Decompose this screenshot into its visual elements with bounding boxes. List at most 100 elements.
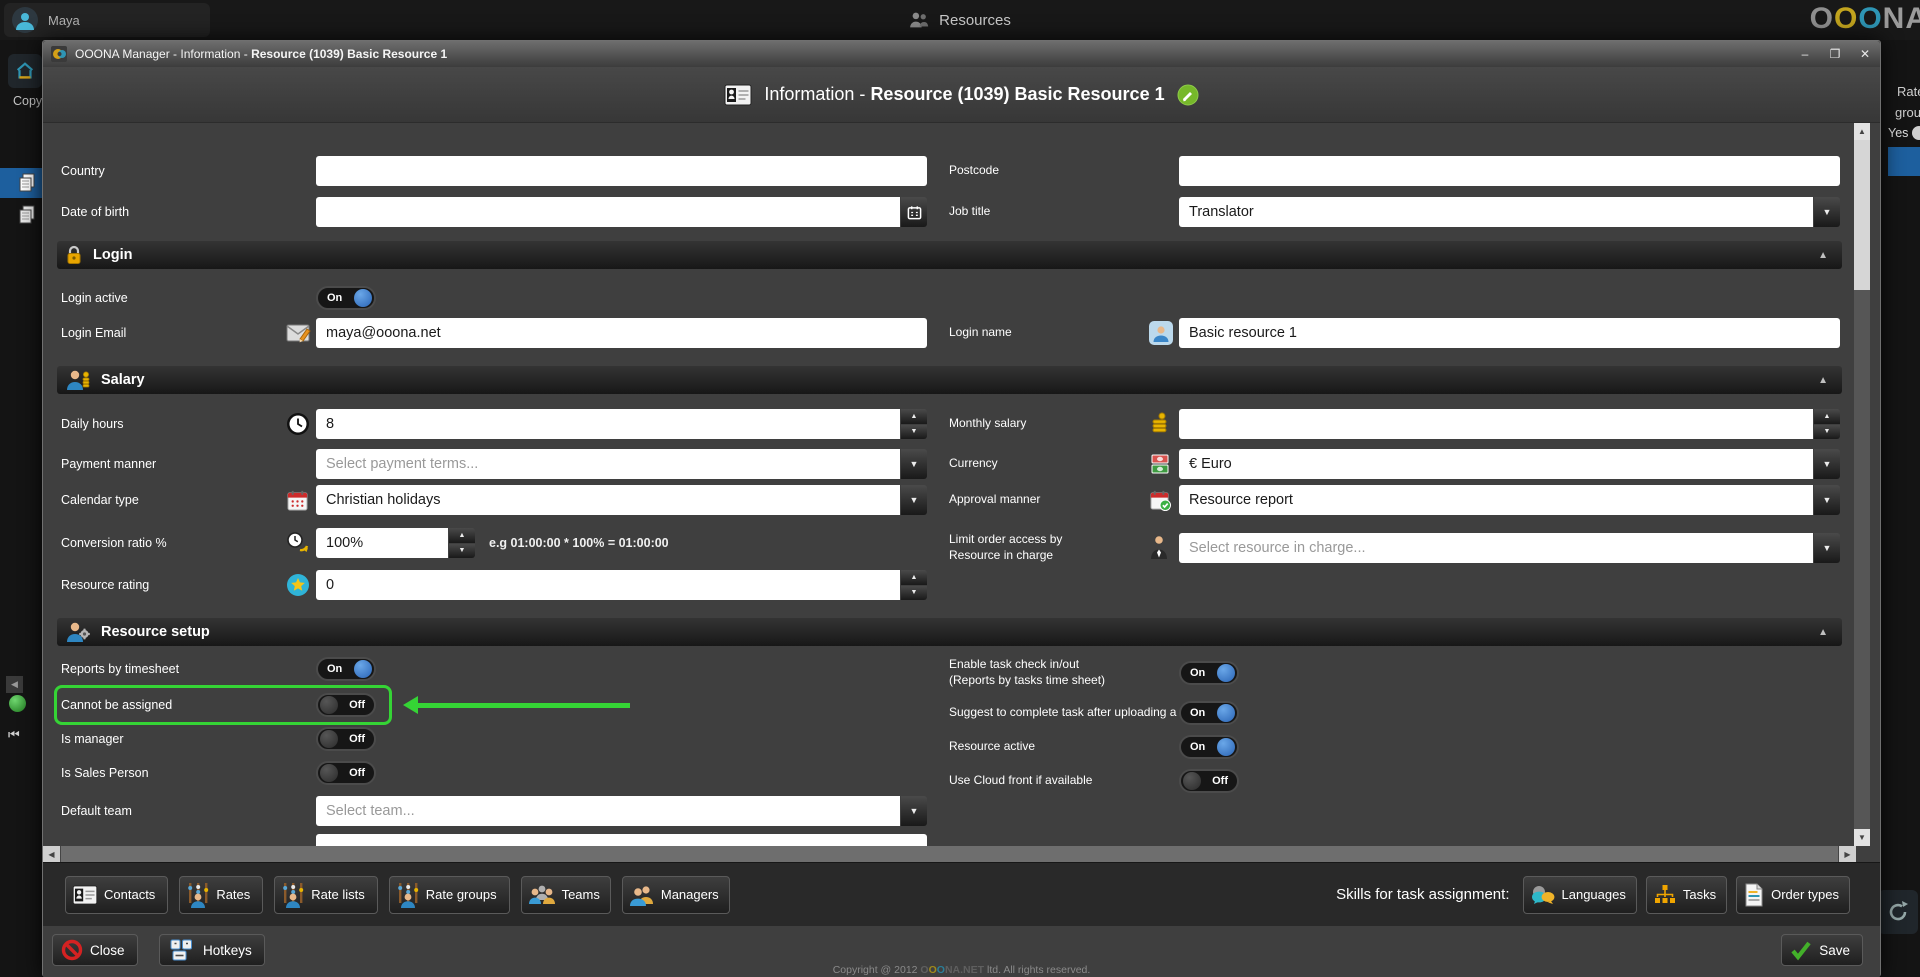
dropdown-arrow-icon[interactable]: ▼ <box>901 485 927 515</box>
daily-hours-stepper[interactable]: ▲▼ <box>901 409 927 439</box>
order-types-button[interactable]: Order types <box>1736 876 1850 914</box>
suggest-complete-toggle[interactable]: On <box>1179 701 1239 725</box>
close-window-button[interactable]: ✕ <box>1858 47 1872 61</box>
window-title-bar[interactable]: OOONA Manager - Information - Resource (… <box>43 41 1880 67</box>
green-status-icon[interactable] <box>9 695 26 712</box>
scrollbar-thumb[interactable] <box>1854 140 1870 290</box>
lock-icon <box>65 245 83 265</box>
scroll-left-arrow[interactable]: ◀ <box>43 846 60 862</box>
hotkeys-button[interactable]: Hotkeys <box>159 934 265 966</box>
collapse-icon[interactable]: ▲ <box>1818 375 1828 386</box>
maximize-button[interactable]: ❐ <box>1828 47 1842 61</box>
cannot-be-assigned-toggle[interactable]: Off <box>316 693 376 717</box>
scroll-down-arrow[interactable]: ▼ <box>1854 829 1870 846</box>
horizontal-scrollbar[interactable]: ◀ ▶ <box>43 846 1856 862</box>
scroll-right-arrow[interactable]: ▶ <box>1839 846 1856 862</box>
window-title: OOONA Manager - Information - Resource (… <box>75 47 447 61</box>
login-active-toggle[interactable]: On <box>316 286 376 310</box>
user-chip[interactable]: Maya <box>4 3 210 37</box>
login-name-input[interactable] <box>1179 318 1840 348</box>
currency-dropdown[interactable]: € Euro <box>1179 449 1813 479</box>
payment-manner-row: Payment manner Select payment terms... ▼ <box>61 449 927 479</box>
use-cloudfront-toggle[interactable]: Off <box>1179 769 1239 793</box>
toggle-knob <box>320 696 338 714</box>
country-input[interactable] <box>316 156 927 186</box>
rates-button[interactable]: Rates <box>179 876 263 914</box>
user-avatar-icon <box>12 7 38 33</box>
login-email-input[interactable] <box>316 318 927 348</box>
section-title: Login <box>93 247 132 263</box>
calendar-picker-button[interactable] <box>901 197 927 227</box>
minimize-button[interactable]: – <box>1798 47 1812 61</box>
selected-row-highlight-right <box>1888 147 1920 176</box>
calendar-check-icon <box>1149 489 1179 512</box>
postcode-input[interactable] <box>1179 156 1840 186</box>
section-login-body: Login active On Login Email Login name <box>43 269 1856 348</box>
section-header-login[interactable]: Login ▲ <box>57 241 1842 269</box>
date-of-birth-input[interactable] <box>316 197 900 227</box>
teams-button[interactable]: Teams <box>521 876 611 914</box>
payment-manner-dropdown[interactable]: Select payment terms... <box>316 449 900 479</box>
field-label: Limit order access byResource in charge <box>949 532 1149 563</box>
languages-button[interactable]: Languages <box>1523 876 1637 914</box>
suggest-complete-row: Suggest to complete task after uploading… <box>949 702 1840 724</box>
calendar-type-dropdown[interactable]: Christian holidays <box>316 485 900 515</box>
page-title-label: Resources <box>939 12 1011 29</box>
dropdown-arrow-icon[interactable]: ▼ <box>1814 485 1840 515</box>
scroll-up-arrow[interactable]: ▲ <box>1854 123 1870 140</box>
dropdown-arrow-icon[interactable]: ▼ <box>901 449 927 479</box>
document-copy-icon[interactable] <box>18 173 36 193</box>
conversion-ratio-stepper[interactable]: ▲▼ <box>449 528 475 558</box>
skip-to-start-icon[interactable]: ⏮ <box>8 727 20 743</box>
resource-active-toggle[interactable]: On <box>1179 735 1239 759</box>
reports-by-timesheet-toggle[interactable]: On <box>316 657 376 681</box>
managers-icon <box>629 883 655 907</box>
dropdown-arrow-icon[interactable]: ▼ <box>1814 449 1840 479</box>
collapse-icon[interactable]: ▲ <box>1818 627 1828 638</box>
is-sales-person-toggle[interactable]: Off <box>316 761 376 785</box>
close-button[interactable]: Close <box>52 934 138 966</box>
dropdown-arrow-icon[interactable]: ▼ <box>1814 533 1840 563</box>
enable-task-check-toggle[interactable]: On <box>1179 661 1239 685</box>
is-manager-toggle[interactable]: Off <box>316 727 376 751</box>
conversion-ratio-input[interactable] <box>316 528 448 558</box>
contacts-button[interactable]: Contacts <box>65 876 168 914</box>
section-resource-setup-body: Reports by timesheet On Cannot be assign… <box>43 646 1856 846</box>
field-label: Is Sales Person <box>61 766 286 780</box>
home-button[interactable] <box>8 54 42 88</box>
resource-rating-stepper[interactable]: ▲▼ <box>901 570 927 600</box>
monthly-salary-stepper[interactable]: ▲▼ <box>1814 409 1840 439</box>
email-edit-icon <box>286 322 316 344</box>
approval-manner-dropdown[interactable]: Resource report <box>1179 485 1813 515</box>
section-header-salary[interactable]: Salary ▲ <box>57 366 1842 394</box>
monthly-salary-row: Monthly salary ▲▼ <box>949 409 1840 439</box>
field-label: Default team <box>61 804 286 818</box>
rate-lists-button[interactable]: Rate lists <box>274 876 377 914</box>
managers-button[interactable]: Managers <box>622 876 730 914</box>
form-scroll-area: Country Date of birth <box>43 123 1856 846</box>
dropdown-arrow-icon[interactable]: ▼ <box>901 796 927 826</box>
daily-hours-input[interactable] <box>316 409 900 439</box>
rate-groups-button[interactable]: Rate groups <box>389 876 510 914</box>
job-title-dropdown[interactable]: Translator <box>1179 197 1813 227</box>
rate-group-header-line2: group <box>1895 105 1920 120</box>
skills-label: Skills for task assignment: <box>1336 886 1509 903</box>
section-header-resource-setup[interactable]: Resource setup ▲ <box>57 618 1842 646</box>
refresh-button[interactable] <box>1878 890 1918 934</box>
save-button[interactable]: Save <box>1781 934 1863 966</box>
dropdown-arrow-icon[interactable]: ▼ <box>1814 197 1840 227</box>
scroll-left-button[interactable]: ◀ <box>6 676 23 693</box>
field-label: Payment manner <box>61 457 286 471</box>
vertical-scrollbar[interactable]: ▲ ▼ <box>1854 123 1870 846</box>
resource-rating-input[interactable] <box>316 570 900 600</box>
monthly-salary-input[interactable] <box>1179 409 1813 439</box>
collapse-icon[interactable]: ▲ <box>1818 250 1828 261</box>
default-team-dropdown[interactable]: Select team... <box>316 796 900 826</box>
document-copy-icon[interactable] <box>18 205 36 225</box>
scrollbar-thumb[interactable] <box>61 846 1838 862</box>
tasks-button[interactable]: Tasks <box>1646 876 1727 914</box>
app-icon <box>51 46 67 62</box>
partially-visible-input[interactable] <box>316 834 927 846</box>
section-title: Salary <box>101 372 145 388</box>
resource-in-charge-dropdown[interactable]: Select resource in charge... <box>1179 533 1813 563</box>
